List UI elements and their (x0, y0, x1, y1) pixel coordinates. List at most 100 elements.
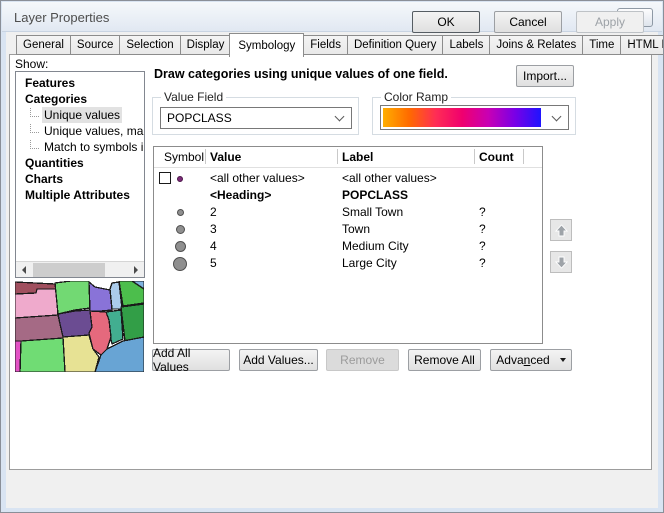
tree-item-charts[interactable]: Charts (16, 171, 144, 187)
tab-labels[interactable]: Labels (442, 35, 489, 55)
advanced-button[interactable]: Advanced (490, 349, 572, 371)
row-value: 5 (210, 256, 217, 270)
show-tree: FeaturesCategoriesUnique valuesUnique va… (15, 71, 145, 278)
dialog-title: Layer Properties (14, 10, 109, 25)
table-row[interactable]: 4Medium City? (154, 238, 542, 255)
symbol-dot[interactable] (175, 241, 186, 252)
tree-item-label: Charts (23, 171, 65, 187)
apply-button-label: Apply (595, 15, 625, 29)
tab-bar: GeneralSourceSelectionDisplaySymbologyFi… (16, 34, 664, 55)
layer-properties-dialog: Layer Properties ✕ GeneralSourceSelectio… (0, 0, 664, 513)
advanced-button-label: Advanced (496, 353, 549, 367)
tab-joins-relates[interactable]: Joins & Relates (489, 35, 582, 55)
tree-item-label: Match to symbols in a (42, 139, 145, 155)
header-separator (205, 149, 206, 164)
row-count: ? (479, 205, 486, 219)
tree-item-label: Features (23, 75, 77, 91)
tree-item-label: Unique values, many (42, 123, 145, 139)
tree-horizontal-scrollbar[interactable] (16, 261, 144, 277)
down-arrow-icon (555, 256, 568, 269)
tree-item-label: Unique values (42, 107, 122, 123)
import-button[interactable]: Import... (516, 65, 574, 87)
value-field-group: Value Field POPCLASS (152, 97, 359, 135)
row-value: <Heading> (210, 188, 271, 202)
row-label: Large City (342, 256, 397, 270)
row-label: Town (342, 222, 370, 236)
show-label: Show: (15, 57, 48, 71)
move-down-button[interactable] (550, 251, 572, 273)
map-preview (15, 281, 144, 372)
row-count: ? (479, 256, 486, 270)
tree-item-label: Quantities (23, 155, 86, 171)
cancel-button[interactable]: Cancel (494, 11, 562, 33)
value-field-group-label: Value Field (161, 90, 226, 104)
scroll-left-button[interactable] (16, 262, 32, 278)
row-label: Medium City (342, 239, 409, 253)
tree-connector-icon (30, 140, 39, 149)
tree-item-multiple-attributes[interactable]: Multiple Attributes (16, 187, 144, 203)
symbol-dot[interactable] (176, 225, 185, 234)
scroll-right-button[interactable] (128, 262, 144, 278)
tab-time[interactable]: Time (582, 35, 620, 55)
value-field-combobox[interactable]: POPCLASS (160, 107, 352, 129)
remove-all-button-label: Remove All (414, 353, 475, 367)
tree-item-label: Categories (23, 91, 89, 107)
tab-selection[interactable]: Selection (119, 35, 179, 55)
tab-source[interactable]: Source (70, 35, 119, 55)
tab-symbology[interactable]: Symbology (229, 33, 304, 57)
move-up-button[interactable] (550, 219, 572, 241)
tree-item-unique-values[interactable]: Unique values (16, 107, 144, 123)
ok-button-label: OK (437, 15, 454, 29)
row-label: POPCLASS (342, 188, 408, 202)
cancel-button-label: Cancel (509, 15, 546, 29)
row-value: 4 (210, 239, 217, 253)
row-checkbox[interactable] (159, 172, 171, 184)
chevron-down-icon (335, 112, 345, 122)
table-row[interactable]: 2Small Town? (154, 204, 542, 221)
tab-html-popup[interactable]: HTML Popup (620, 35, 664, 55)
remove-button-label: Remove (340, 353, 385, 367)
table-row[interactable]: 5 Large City? (154, 255, 542, 272)
tree-item-categories[interactable]: Categories (16, 91, 144, 107)
row-label: Small Town (342, 205, 403, 219)
add-all-values-button-label: Add All Values (153, 346, 229, 374)
tree-item-match-to-symbols-in-a[interactable]: Match to symbols in a (16, 139, 144, 155)
tree-connector-icon (30, 124, 39, 133)
color-ramp-group: Color Ramp (372, 97, 576, 135)
column-header-symbol: Symbol (164, 150, 204, 164)
symbol-dot[interactable] (177, 209, 184, 216)
tree-item-quantities[interactable]: Quantities (16, 155, 144, 171)
table-row[interactable]: <all other values> <all other values> (154, 170, 542, 187)
color-ramp-combobox[interactable] (380, 105, 569, 130)
value-field-selected-value: POPCLASS (167, 111, 232, 125)
symbol-dot[interactable] (173, 257, 187, 271)
tab-definition-query[interactable]: Definition Query (347, 35, 442, 55)
tab-general[interactable]: General (16, 35, 70, 55)
import-button-label: Import... (523, 69, 567, 83)
ok-button[interactable]: OK (412, 11, 480, 33)
add-values-button-label: Add Values... (243, 353, 314, 367)
table-row[interactable]: <Heading> POPCLASS (154, 187, 542, 204)
tree-connector-icon (30, 108, 39, 117)
add-all-values-button[interactable]: Add All Values (152, 349, 230, 371)
chevron-down-icon (552, 112, 562, 122)
tree-item-unique-values-many[interactable]: Unique values, many (16, 123, 144, 139)
remove-all-button[interactable]: Remove All (408, 349, 481, 371)
column-header-count: Count (479, 150, 514, 164)
category-method-description: Draw categories using unique values of o… (154, 67, 448, 81)
tab-display[interactable]: Display (180, 35, 231, 55)
tree-item-features[interactable]: Features (16, 75, 144, 91)
row-value: 3 (210, 222, 217, 236)
table-header: SymbolValueLabelCount (154, 147, 542, 168)
apply-button: Apply (576, 11, 644, 33)
scroll-left-icon (22, 266, 26, 274)
tab-fields[interactable]: Fields (303, 35, 347, 55)
row-label: <all other values> (342, 171, 437, 185)
symbol-dot[interactable] (177, 176, 183, 182)
add-values-button[interactable]: Add Values... (239, 349, 318, 371)
row-value: <all other values> (210, 171, 305, 185)
scrollbar-thumb[interactable] (33, 263, 105, 277)
row-count: ? (479, 222, 486, 236)
remove-button: Remove (326, 349, 399, 371)
table-row[interactable]: 3 Town? (154, 221, 542, 238)
